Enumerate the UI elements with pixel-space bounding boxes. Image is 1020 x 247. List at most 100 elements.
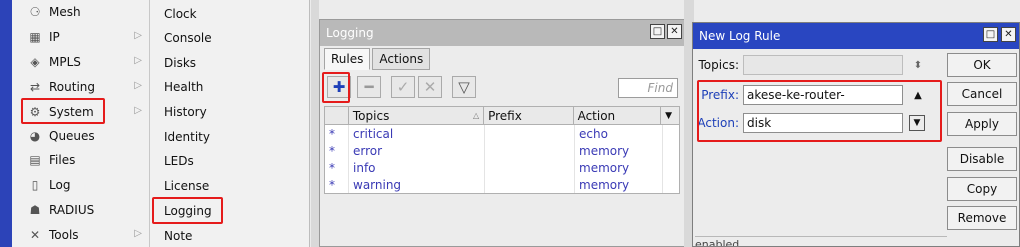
column-menu-icon[interactable]: ▼ (661, 107, 679, 124)
copy-button[interactable]: Copy (947, 177, 1017, 201)
remove-button[interactable]: Remove (947, 206, 1017, 230)
maximize-icon[interactable]: □ (650, 24, 665, 39)
cell-prefix (485, 142, 575, 159)
files-icon: ▤ (29, 153, 41, 167)
cell-prefix (485, 125, 575, 142)
mesh-icon: ⚆ (29, 5, 41, 19)
header-prefix[interactable]: Prefix (484, 107, 574, 124)
header-topics[interactable]: Topics △ (349, 107, 485, 124)
chevron-right-icon: ▷ (134, 228, 142, 239)
submenu-item-license[interactable]: License (164, 174, 209, 198)
menu-item-mpls[interactable]: ◈ MPLS ▷ (12, 50, 150, 74)
menu-item-label: Tools (49, 228, 79, 242)
menu-item-label: System (49, 105, 94, 119)
tools-icon: ✕ (29, 228, 41, 242)
action-label: Action: (697, 116, 739, 130)
sort-icon: △ (472, 111, 480, 120)
menu-item-log[interactable]: ▯ Log (12, 173, 150, 197)
header-label: Topics (352, 108, 390, 123)
menu-item-label: MPLS (49, 55, 81, 69)
cell-action: memory (575, 176, 663, 193)
prefix-row: Prefix: akese-ke-router- ▲ (693, 84, 929, 106)
new-log-rule-titlebar[interactable]: New Log Rule (693, 23, 1019, 49)
submenu-item-health[interactable]: Health (164, 75, 203, 99)
menu-item-mesh[interactable]: ⚆ Mesh (12, 0, 150, 24)
close-icon[interactable]: ✕ (1001, 27, 1016, 42)
cell-prefix (485, 176, 575, 193)
close-icon[interactable]: ✕ (667, 24, 682, 39)
status-bar: enabled (695, 236, 947, 246)
submenu-item-history[interactable]: History (164, 100, 207, 124)
menu-item-label: Queues (49, 129, 95, 143)
system-gear-icon: ⚙ (29, 105, 41, 119)
remove-icon[interactable]: ━ (357, 76, 381, 98)
new-log-rule-window: New Log Rule □ ✕ Topics: ⬍ Prefix: akese… (692, 22, 1020, 247)
menu-item-label: IP (49, 30, 60, 44)
cell-topics: error (349, 142, 485, 159)
logging-tabs: Rules Actions (324, 48, 432, 70)
find-input[interactable]: Find (618, 78, 678, 98)
submenu-item-note[interactable]: Note (164, 224, 192, 247)
menu-item-tools[interactable]: ✕ Tools ▷ (12, 223, 150, 247)
menu-item-files[interactable]: ▤ Files (12, 148, 150, 172)
left-accent-strip (0, 0, 12, 247)
system-submenu: Clock Console Disks Health History Ident… (150, 0, 310, 247)
submenu-item-console[interactable]: Console (164, 26, 212, 50)
menu-item-system[interactable]: ⚙ System ▷ (12, 100, 150, 124)
disable-x-icon[interactable]: ✕ (418, 76, 442, 98)
action-dropdown-icon[interactable]: ▼ (909, 115, 925, 131)
action-select[interactable]: disk (743, 113, 903, 133)
maximize-icon[interactable]: □ (983, 27, 998, 42)
topics-spinner-icon[interactable]: ⬍ (907, 55, 929, 75)
menu-item-routing[interactable]: ⇄ Routing ▷ (12, 75, 150, 99)
cell-action: echo (575, 125, 663, 142)
chevron-right-icon: ▷ (134, 55, 142, 66)
log-icon: ▯ (31, 178, 39, 192)
background-gap (311, 0, 319, 247)
table-row[interactable]: * critical echo (325, 125, 679, 142)
ip-icon: ▦ (29, 30, 41, 44)
cell-topics: critical (349, 125, 485, 142)
rules-table: Topics △ Prefix Action ▼ * critical echo … (324, 106, 680, 194)
submenu-item-logging[interactable]: Logging (164, 199, 212, 223)
window-title: Logging (326, 26, 374, 40)
add-icon[interactable]: ✚ (327, 76, 351, 98)
prefix-input[interactable]: akese-ke-router- (743, 85, 903, 105)
table-row[interactable]: * warning memory (325, 176, 679, 193)
main-menu: ⚆ Mesh ▦ IP ▷ ◈ MPLS ▷ ⇄ Routing ▷ ⚙ Sys… (12, 0, 150, 247)
tab-rules[interactable]: Rules (324, 48, 371, 70)
submenu-item-disks[interactable]: Disks (164, 51, 196, 75)
tab-actions[interactable]: Actions (372, 48, 431, 70)
cell-topics: info (349, 159, 485, 176)
menu-item-ip[interactable]: ▦ IP ▷ (12, 25, 150, 49)
menu-item-queues[interactable]: ◕ Queues (12, 124, 150, 148)
topics-field[interactable] (743, 55, 903, 75)
menu-item-label: RADIUS (49, 203, 95, 217)
filter-icon[interactable]: ▽ (452, 76, 476, 98)
header-marker (325, 107, 349, 124)
table-header: Topics △ Prefix Action ▼ (325, 107, 679, 125)
enable-check-icon[interactable]: ✓ (391, 76, 415, 98)
ok-button[interactable]: OK (947, 53, 1017, 77)
table-row[interactable]: * info memory (325, 159, 679, 176)
menu-item-label: Mesh (49, 5, 81, 19)
header-action[interactable]: Action (574, 107, 662, 124)
submenu-item-clock[interactable]: Clock (164, 2, 197, 26)
disable-button[interactable]: Disable (947, 147, 1017, 171)
action-row: Action: disk ▼ (693, 112, 925, 134)
cell-action: memory (575, 142, 663, 159)
row-marker: * (325, 159, 349, 176)
logging-toolbar: ✚ ━ ✓ ✕ ▽ Find (324, 72, 680, 102)
prefix-collapse-icon[interactable]: ▲ (907, 85, 929, 105)
row-marker: * (325, 142, 349, 159)
mpls-icon: ◈ (30, 55, 40, 69)
menu-item-radius[interactable]: ☗ RADIUS (12, 198, 150, 222)
apply-button[interactable]: Apply (947, 112, 1017, 136)
submenu-item-identity[interactable]: Identity (164, 125, 210, 149)
radius-icon: ☗ (29, 203, 41, 217)
submenu-item-leds[interactable]: LEDs (164, 149, 194, 173)
cancel-button[interactable]: Cancel (947, 82, 1017, 106)
menu-item-label: Log (49, 178, 71, 192)
table-row[interactable]: * error memory (325, 142, 679, 159)
logging-titlebar[interactable]: Logging (320, 20, 684, 46)
